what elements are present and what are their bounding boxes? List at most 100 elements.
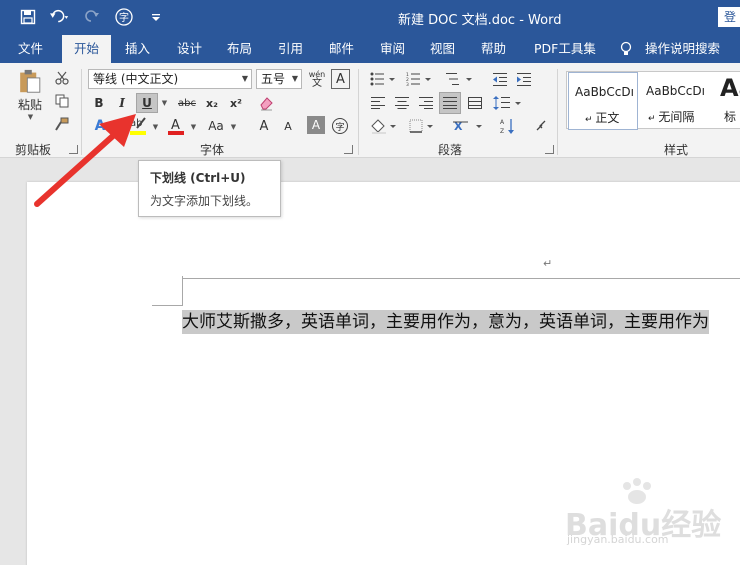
align-center-button[interactable] — [392, 93, 412, 113]
style-no-spacing[interactable]: AaBbCcDı ↵ 无间隔 — [640, 72, 712, 130]
text-highlight-button[interactable]: ab — [128, 115, 148, 137]
change-case-dropdown[interactable]: ▼ — [228, 117, 238, 137]
login-button[interactable]: 登 — [718, 7, 740, 27]
format-painter-button[interactable] — [53, 115, 71, 133]
change-case-button[interactable]: Aa — [205, 116, 227, 136]
redo-icon[interactable] — [82, 7, 102, 27]
paragraph-launcher[interactable] — [545, 145, 554, 154]
customize-qat-icon[interactable] — [146, 7, 166, 27]
style-no-spacing-name: ↵ 无间隔 — [648, 110, 695, 124]
divider — [358, 69, 359, 155]
tab-mailings[interactable]: 邮件 — [329, 35, 354, 63]
style-normal[interactable]: AaBbCcDı ↵ 正文 — [568, 72, 638, 130]
scissors-icon — [55, 71, 69, 85]
tab-review[interactable]: 审阅 — [380, 35, 405, 63]
underline-dropdown[interactable]: ▼ — [159, 93, 169, 113]
line-spacing-button[interactable] — [490, 93, 526, 113]
svg-text:字: 字 — [119, 11, 129, 24]
italic-button[interactable]: I — [113, 93, 131, 113]
style-heading-sample: Aa — [720, 74, 740, 102]
divider — [557, 69, 558, 155]
distributed-button[interactable] — [465, 93, 485, 113]
enclose-characters-button[interactable]: 字 — [330, 116, 350, 136]
save-icon[interactable] — [18, 7, 38, 27]
font-size-value: 五号 — [261, 72, 286, 86]
tab-help[interactable]: 帮助 — [481, 35, 506, 63]
phonetic-char: 文 — [312, 78, 322, 89]
tab-file[interactable]: 文件 — [18, 35, 43, 63]
strikethrough-button[interactable]: abc — [176, 93, 198, 113]
divider — [81, 69, 82, 155]
text-effects-button[interactable]: A — [90, 116, 110, 136]
subscript-button[interactable]: x₂ — [202, 93, 222, 113]
copy-button[interactable] — [53, 92, 71, 110]
grow-font-button[interactable]: A — [254, 116, 274, 136]
shrink-font-button[interactable]: A — [278, 116, 298, 136]
tab-references[interactable]: 引用 — [278, 35, 303, 63]
chevron-down-icon: ▼ — [190, 123, 197, 131]
chinese-layout-button[interactable]: X — [450, 116, 486, 136]
tooltip-description: 为文字添加下划线。 — [150, 194, 259, 208]
paragraph-group-label: 段落 — [438, 143, 463, 157]
character-icon[interactable]: 字 — [114, 7, 134, 27]
font-launcher[interactable] — [344, 145, 353, 154]
svg-text:A: A — [500, 119, 505, 126]
chevron-down-icon: ▼ — [152, 123, 159, 131]
style-marker-icon: ↵ — [585, 115, 596, 125]
borders-button[interactable] — [407, 116, 437, 136]
cut-button[interactable] — [53, 69, 71, 87]
font-name-select[interactable]: 等线 (中文正文) ▼ — [88, 69, 252, 89]
align-right-button[interactable] — [416, 93, 436, 113]
align-left-button[interactable] — [368, 93, 388, 113]
undo-icon[interactable] — [50, 7, 70, 27]
show-marks-button[interactable] — [530, 116, 550, 136]
style-heading[interactable]: Aa 标 — [714, 72, 740, 130]
numbering-button[interactable]: 123 — [404, 69, 434, 89]
ribbon-tabs: 文件 开始 插入 设计 布局 引用 邮件 审阅 视图 帮助 PDF工具集 操作说… — [0, 35, 740, 63]
chevron-down-icon: ▼ — [241, 74, 248, 83]
clipboard-launcher[interactable] — [69, 145, 78, 154]
paste-button[interactable]: 粘贴 ▼ — [12, 69, 48, 121]
chevron-down-icon: ▼ — [27, 113, 34, 121]
font-size-select[interactable]: 五号 ▼ — [256, 69, 302, 89]
paragraph-mark-icon — [536, 120, 546, 131]
font-color-icon: A — [168, 118, 184, 135]
margin-guide — [182, 276, 183, 306]
superscript-button[interactable]: x² — [226, 93, 246, 113]
increase-indent-button[interactable] — [514, 69, 534, 89]
tab-insert[interactable]: 插入 — [125, 35, 150, 63]
highlight-dropdown[interactable]: ▼ — [150, 117, 160, 137]
window-title: 新建 DOC 文档.doc - Word — [398, 13, 562, 28]
font-color-button[interactable]: A — [166, 115, 186, 137]
multilevel-list-button[interactable] — [443, 69, 475, 89]
tab-design[interactable]: 设计 — [177, 35, 202, 63]
underline-button[interactable]: U — [136, 93, 158, 113]
font-color-dropdown[interactable]: ▼ — [188, 117, 198, 137]
tab-view[interactable]: 视图 — [430, 35, 455, 63]
chevron-down-icon: ▼ — [291, 74, 298, 83]
char-shading-button[interactable]: A — [307, 116, 325, 134]
tab-layout[interactable]: 布局 — [227, 35, 252, 63]
justify-button[interactable] — [439, 92, 461, 114]
chevron-down-icon: ▼ — [230, 123, 237, 131]
margin-guide — [152, 305, 182, 306]
paintbrush-icon — [55, 117, 69, 131]
align-center-icon — [395, 97, 409, 109]
tell-me-search[interactable]: 操作说明搜索 — [645, 35, 720, 63]
quick-access-toolbar: 字 — [18, 7, 166, 27]
phonetic-guide-button[interactable]: wén 文 — [307, 69, 327, 89]
selected-document-text[interactable]: 大师艾斯撒多，英语单词，主要用作为，意为，英语单词，主要用作为 — [182, 310, 709, 334]
enclose-char-icon: 字 — [332, 118, 348, 134]
clear-formatting-button[interactable] — [256, 93, 276, 113]
bullets-button[interactable] — [368, 69, 398, 89]
tab-pdf-tools[interactable]: PDF工具集 — [534, 35, 596, 63]
svg-text:A: A — [171, 118, 180, 133]
lightbulb-icon — [620, 41, 632, 55]
decrease-indent-button[interactable] — [490, 69, 510, 89]
shading-button[interactable] — [368, 116, 400, 136]
tab-home[interactable]: 开始 — [62, 35, 112, 63]
bold-button[interactable]: B — [90, 93, 108, 113]
sort-button[interactable]: AZ — [497, 116, 519, 136]
watermark-url: jingyan.baidu.com — [567, 533, 669, 546]
char-border-button[interactable]: A — [331, 69, 350, 89]
